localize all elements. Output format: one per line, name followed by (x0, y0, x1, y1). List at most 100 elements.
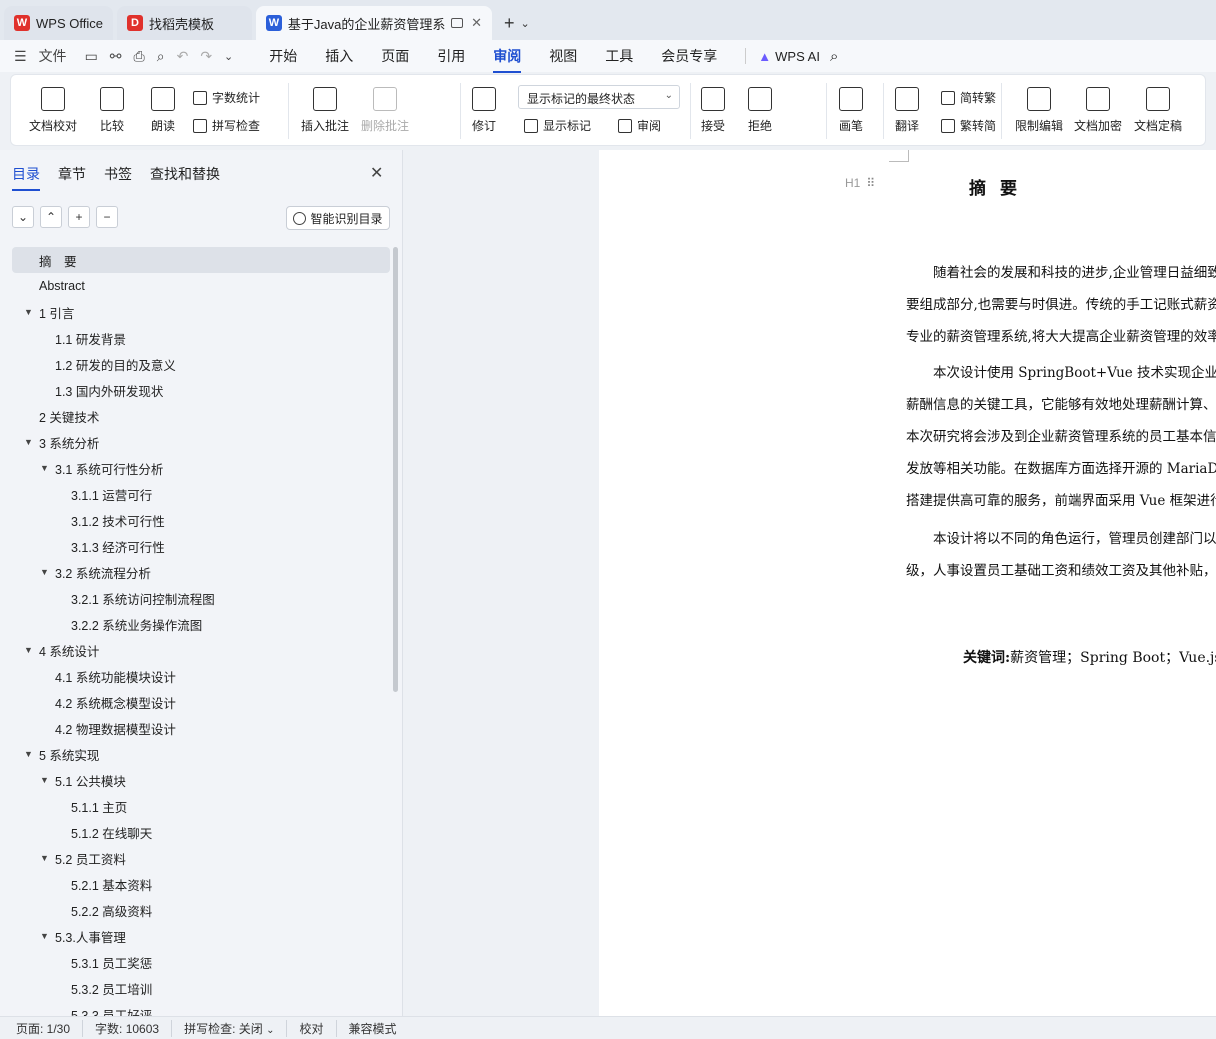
link-icon[interactable]: ⚯ (110, 48, 122, 65)
toc-item[interactable]: 5.2.2 高级资料 (12, 897, 390, 923)
new-tab-button[interactable]: + ⌄ (496, 6, 538, 40)
toc-item[interactable]: 1.3 国内外研发现状 (12, 377, 390, 403)
caret-down-icon[interactable]: ▼ (24, 749, 33, 759)
restrict-edit-button[interactable]: 限制编辑 (1015, 87, 1063, 134)
pen-button[interactable]: 画笔 (839, 87, 863, 134)
nav-tab-find-replace[interactable]: 查找和替换 (150, 164, 220, 184)
to-traditional-button[interactable]: 简转繁 (941, 89, 996, 106)
heading-marker[interactable]: H1 ⠿ (845, 176, 875, 190)
menu-insert[interactable]: 插入 (325, 46, 353, 66)
insert-comment-button[interactable]: 插入批注 (301, 87, 349, 134)
caret-down-icon[interactable]: ▼ (40, 853, 49, 863)
redo-icon[interactable]: ↷ (200, 48, 212, 65)
proofread-button[interactable]: 文档校对 (29, 87, 77, 134)
status-spell[interactable]: 拼写检查: 关闭 ⌄ (184, 1019, 288, 1037)
toc-item[interactable]: 3.2.1 系统访问控制流程图 (12, 585, 390, 611)
toc-item[interactable]: 5.3.2 员工培训 (12, 975, 390, 1001)
toc-item[interactable]: 3.1.2 技术可行性 (12, 507, 390, 533)
toc-item[interactable]: ▼ 1 引言 (12, 299, 390, 325)
word-count-button[interactable]: 字数统计 (193, 89, 260, 106)
toc-item[interactable]: 5.1.2 在线聊天 (12, 819, 390, 845)
chevron-down-icon[interactable]: ⌄ (224, 50, 233, 63)
caret-down-icon[interactable]: ▼ (40, 931, 49, 941)
nav-tab-bookmarks[interactable]: 书签 (104, 164, 132, 184)
toc-item[interactable]: ▼ 5.3.人事管理 (12, 923, 390, 949)
toc-item[interactable]: 4.2 物理数据模型设计 (12, 715, 390, 741)
menu-page[interactable]: 页面 (381, 46, 409, 66)
translate-button[interactable]: 翻译 (895, 87, 919, 134)
toc-item[interactable]: ▼ 5.1 公共模块 (12, 767, 390, 793)
screen-icon[interactable] (451, 18, 464, 28)
scrollbar[interactable] (393, 247, 398, 692)
menu-wps-ai[interactable]: WPS AI (775, 49, 820, 64)
toc-item[interactable]: ▼ 3 系统分析 (12, 429, 390, 455)
remove-icon[interactable]: − (96, 206, 118, 228)
toc-item[interactable]: 2 关键技术 (12, 403, 390, 429)
status-proof[interactable]: 校对 (299, 1019, 337, 1037)
smart-toc-button[interactable]: 智能识别目录 (286, 206, 390, 230)
caret-down-icon[interactable]: ▼ (24, 307, 33, 317)
spell-check-button[interactable]: 拼写检查 (193, 117, 260, 134)
review-pane-button[interactable]: 审阅 (618, 117, 661, 134)
print-icon[interactable]: ⎙ (134, 48, 145, 65)
toc-item[interactable]: 5.1.1 主页 (12, 793, 390, 819)
menu-tools[interactable]: 工具 (605, 46, 633, 66)
collapse-icon[interactable]: ⌄ (12, 206, 34, 228)
toc-item[interactable]: 1.1 研发背景 (12, 325, 390, 351)
menu-references[interactable]: 引用 (437, 46, 465, 66)
status-page[interactable]: 页面: 1/30 (16, 1019, 84, 1037)
markup-state-select[interactable]: 显示标记的最终状态 ⌄ (518, 85, 680, 109)
caret-down-icon[interactable]: ▼ (40, 775, 49, 785)
toc-item[interactable]: 5.2.1 基本资料 (12, 871, 390, 897)
document-page[interactable]: H1⠿ 摘要 随着社会的发展和科技的进步,企业管理日益细致化和信息化,薪资管理作… (599, 150, 1216, 1016)
read-aloud-button[interactable]: 朗读 (151, 87, 175, 134)
close-icon[interactable]: ✕ (370, 163, 383, 183)
toc-item[interactable]: 5.3.3 员工好评 (12, 1001, 390, 1017)
undo-icon[interactable]: ↶ (177, 48, 189, 65)
save-icon[interactable]: ▭ (85, 48, 98, 65)
toc-item[interactable]: 摘 要 (12, 247, 390, 273)
toc-item[interactable]: 3.1.1 运营可行 (12, 481, 390, 507)
caret-down-icon[interactable]: ▼ (40, 463, 49, 473)
finalize-button[interactable]: 文档定稿 (1134, 87, 1182, 134)
add-icon[interactable]: + (68, 206, 90, 228)
toc-item[interactable]: 3.1.3 经济可行性 (12, 533, 390, 559)
toc-item[interactable]: ▼ 3.2 系统流程分析 (12, 559, 390, 585)
toc-item[interactable]: ▼ 3.1 系统可行性分析 (12, 455, 390, 481)
caret-down-icon[interactable]: ▼ (24, 645, 33, 655)
caret-down-icon[interactable]: ▼ (40, 567, 49, 577)
toc-item[interactable]: 4.2 系统概念模型设计 (12, 689, 390, 715)
menu-member[interactable]: 会员专享 (661, 46, 717, 66)
close-icon[interactable]: ✕ (471, 15, 482, 31)
compare-button[interactable]: 比较 (100, 87, 124, 134)
tab-docer-templates[interactable]: D 找稻壳模板 (116, 6, 252, 40)
hamburger-icon[interactable]: ☰ (14, 48, 27, 65)
toc-item[interactable]: 1.2 研发的目的及意义 (12, 351, 390, 377)
toc-item[interactable]: 5.3.1 员工奖惩 (12, 949, 390, 975)
menu-file[interactable]: 文件 (39, 46, 67, 66)
tab-document[interactable]: W 基于Java的企业薪资管理系统 ✕ (255, 6, 492, 40)
nav-tab-toc[interactable]: 目录 (12, 164, 40, 191)
toc-item[interactable]: ▼ 5.2 员工资料 (12, 845, 390, 871)
to-simplified-button[interactable]: 繁转简 (941, 117, 996, 134)
search-icon[interactable]: ⌕ (830, 48, 838, 65)
encrypt-button[interactable]: 文档加密 (1074, 87, 1122, 134)
toc-item[interactable]: 3.2.2 系统业务操作流图 (12, 611, 390, 637)
toc-item[interactable]: ▼ 4 系统设计 (12, 637, 390, 663)
status-words[interactable]: 字数: 10603 (95, 1019, 173, 1037)
toc-item[interactable]: ▼ 5 系统实现 (12, 741, 390, 767)
toc-item[interactable]: 4.1 系统功能模块设计 (12, 663, 390, 689)
toc-item[interactable]: Abstract (12, 273, 390, 299)
menu-review[interactable]: 审阅 (493, 46, 522, 73)
menu-view[interactable]: 视图 (549, 46, 577, 66)
nav-tab-sections[interactable]: 章节 (58, 164, 86, 184)
expand-icon[interactable]: ⌃ (40, 206, 62, 228)
caret-down-icon[interactable]: ▼ (24, 437, 33, 447)
revise-button[interactable]: 修订 (472, 87, 496, 134)
accept-button[interactable]: 接受 (701, 87, 725, 134)
print-preview-icon[interactable]: ⌕ (157, 48, 165, 65)
delete-comment-button[interactable]: 删除批注 (361, 87, 409, 134)
menu-home[interactable]: 开始 (269, 46, 297, 66)
show-markup-button[interactable]: 显示标记 (524, 117, 591, 134)
reject-button[interactable]: 拒绝 (748, 87, 772, 134)
